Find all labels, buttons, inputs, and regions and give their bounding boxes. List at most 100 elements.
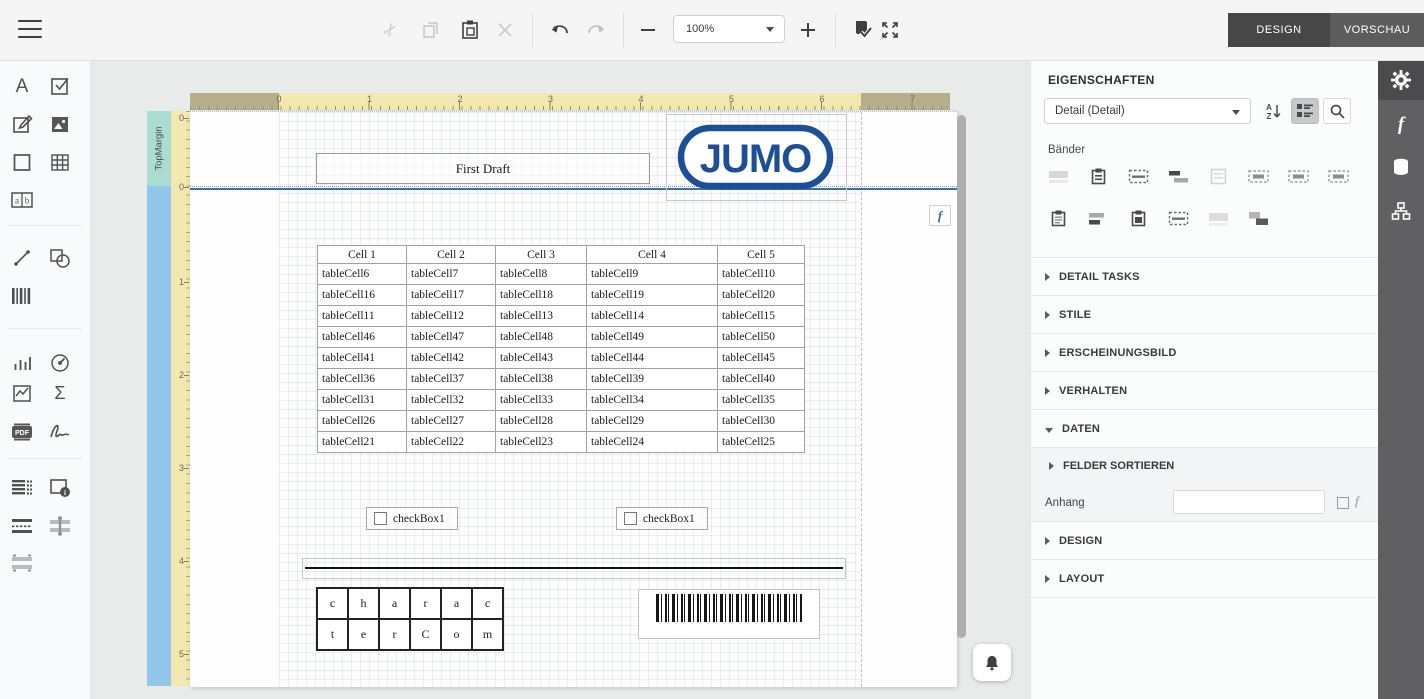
table-cell[interactable]: tableCell46 bbox=[317, 326, 407, 348]
report-tree-panel-button[interactable] bbox=[1378, 194, 1424, 228]
page-info-component-button[interactable]: i bbox=[47, 475, 73, 501]
table-cell[interactable]: tableCell37 bbox=[406, 368, 496, 390]
table-component-button[interactable] bbox=[47, 149, 73, 175]
section-felder-sortieren[interactable]: FELDER SORTIEREN bbox=[1031, 448, 1379, 484]
rich-text-component-button[interactable] bbox=[9, 111, 35, 137]
band-type-dashed-dark-icon[interactable] bbox=[1168, 210, 1189, 227]
band-type-dashed-wide-icon[interactable] bbox=[1288, 168, 1309, 185]
table-cell[interactable]: tableCell19 bbox=[586, 284, 718, 306]
anhang-checkbox[interactable] bbox=[1337, 497, 1349, 509]
zoom-in-button[interactable] bbox=[795, 17, 821, 43]
properties-panel-button[interactable] bbox=[1378, 63, 1424, 97]
table-cell[interactable]: tableCell12 bbox=[406, 305, 496, 327]
table-header-cell[interactable]: Cell 5 bbox=[717, 245, 805, 264]
table-cell[interactable]: tableCell32 bbox=[406, 389, 496, 411]
table-cell[interactable]: tableCell13 bbox=[495, 305, 587, 327]
shape-component-button[interactable] bbox=[47, 245, 73, 271]
panel-component-button[interactable] bbox=[9, 149, 35, 175]
section-layout[interactable]: LAYOUT bbox=[1031, 559, 1379, 597]
table-cell[interactable]: tableCell22 bbox=[406, 431, 496, 453]
band-type-clipboard-outline-icon[interactable] bbox=[1048, 210, 1069, 227]
table-cell[interactable]: tableCell8 bbox=[495, 263, 587, 285]
table-cell[interactable]: tableCell31 bbox=[317, 389, 407, 411]
report-table[interactable]: Cell 1Cell 2Cell 3Cell 4Cell 5tableCell6… bbox=[318, 246, 805, 453]
band-expression-button[interactable]: f bbox=[929, 205, 951, 226]
comb-cell[interactable]: m bbox=[471, 618, 504, 651]
data-panel-button[interactable] bbox=[1378, 150, 1424, 184]
anhang-expression-button[interactable]: f bbox=[1355, 493, 1359, 509]
table-cell[interactable]: tableCell6 bbox=[317, 263, 407, 285]
notifications-button[interactable] bbox=[973, 644, 1011, 681]
band-type-dashed-dark-icon[interactable] bbox=[1128, 168, 1149, 185]
line-component-button[interactable] bbox=[9, 245, 35, 271]
band-type-overlap-icon[interactable] bbox=[1248, 210, 1269, 227]
comb-cell[interactable]: c bbox=[471, 587, 504, 620]
checkbox-element-left[interactable]: checkBox1 bbox=[366, 507, 458, 530]
report-page[interactable]: First Draft JUMO f Cell 1Cell 2Cell 3Cel… bbox=[190, 111, 957, 687]
vorschau-tab[interactable]: VORSCHAU bbox=[1330, 13, 1424, 47]
copy-button[interactable] bbox=[418, 17, 444, 43]
report-title-textbox[interactable]: First Draft bbox=[316, 153, 650, 184]
comb-cell[interactable]: t bbox=[316, 618, 349, 651]
table-cell[interactable]: tableCell17 bbox=[406, 284, 496, 306]
cross-band-button[interactable] bbox=[47, 513, 73, 539]
component-selector-dropdown[interactable]: Detail (Detail) bbox=[1044, 98, 1251, 124]
zoom-out-button[interactable] bbox=[635, 17, 661, 43]
band-type-clipboard-dark-icon[interactable] bbox=[1088, 168, 1109, 185]
table-cell[interactable]: tableCell47 bbox=[406, 326, 496, 348]
table-cell[interactable]: tableCell38 bbox=[495, 368, 587, 390]
section-erscheinungsbild[interactable]: ERSCHEINUNGSBILD bbox=[1031, 333, 1379, 371]
text-component-button[interactable]: A bbox=[9, 73, 35, 99]
band-tool-button[interactable] bbox=[9, 550, 35, 576]
table-cell[interactable]: tableCell50 bbox=[717, 326, 805, 348]
table-cell[interactable]: tableCell21 bbox=[317, 431, 407, 453]
table-cell[interactable]: tableCell41 bbox=[317, 347, 407, 369]
zoom-select[interactable]: 100% bbox=[673, 15, 785, 43]
comb-cell[interactable]: r bbox=[409, 587, 442, 620]
table-cell[interactable]: tableCell48 bbox=[495, 326, 587, 348]
table-cell[interactable]: tableCell25 bbox=[717, 431, 805, 453]
comb-cell[interactable]: C bbox=[409, 618, 442, 651]
comb-cell[interactable]: e bbox=[347, 618, 380, 651]
horizontal-line-element[interactable] bbox=[302, 558, 846, 579]
comb-cell[interactable]: a bbox=[440, 587, 473, 620]
table-cell[interactable]: tableCell10 bbox=[717, 263, 805, 285]
table-cell[interactable]: tableCell18 bbox=[495, 284, 587, 306]
table-cell[interactable]: tableCell45 bbox=[717, 347, 805, 369]
comb-cell[interactable]: a bbox=[378, 587, 411, 620]
check-report-button[interactable] bbox=[849, 17, 875, 43]
functions-panel-button[interactable]: f bbox=[1378, 108, 1424, 142]
table-cell[interactable]: tableCell29 bbox=[586, 410, 718, 432]
character-comb-element[interactable]: characterCom bbox=[318, 589, 504, 651]
table-cell[interactable]: tableCell16 bbox=[317, 284, 407, 306]
table-cell[interactable]: tableCell34 bbox=[586, 389, 718, 411]
subreport-component-button[interactable] bbox=[9, 475, 35, 501]
table-cell[interactable]: tableCell26 bbox=[317, 410, 407, 432]
table-header-cell[interactable]: Cell 2 bbox=[406, 245, 496, 264]
section-design[interactable]: DESIGN bbox=[1031, 521, 1379, 559]
undo-button[interactable] bbox=[547, 17, 573, 43]
barcode-component-button[interactable] bbox=[9, 283, 35, 309]
hamburger-menu-icon[interactable] bbox=[18, 20, 42, 38]
table-cell[interactable]: tableCell40 bbox=[717, 368, 805, 390]
barcode-element[interactable] bbox=[638, 589, 820, 639]
table-cell[interactable]: tableCell42 bbox=[406, 347, 496, 369]
table-header-cell[interactable]: Cell 1 bbox=[317, 245, 407, 264]
comb-cell[interactable]: o bbox=[440, 618, 473, 651]
table-cell[interactable]: tableCell39 bbox=[586, 368, 718, 390]
band-type-clipboard-fill-icon[interactable] bbox=[1128, 210, 1149, 227]
pdf-component-button[interactable]: PDF bbox=[9, 419, 35, 445]
table-cell[interactable]: tableCell15 bbox=[717, 305, 805, 327]
table-cell[interactable]: tableCell44 bbox=[586, 347, 718, 369]
table-cell[interactable]: tableCell49 bbox=[586, 326, 718, 348]
search-properties-button[interactable] bbox=[1323, 98, 1351, 124]
comb-cell[interactable]: r bbox=[378, 618, 411, 651]
band-type-dashed-wide-icon[interactable] bbox=[1248, 168, 1269, 185]
text-in-cells-component-button[interactable]: ab bbox=[9, 187, 35, 213]
signature-component-button[interactable] bbox=[47, 419, 73, 445]
logo-image-element[interactable]: JUMO bbox=[666, 114, 847, 201]
band-type-outline-light-icon[interactable] bbox=[1208, 168, 1229, 185]
table-cell[interactable]: tableCell43 bbox=[495, 347, 587, 369]
checkbox-element-right[interactable]: checkBox1 bbox=[616, 507, 708, 530]
table-cell[interactable]: tableCell35 bbox=[717, 389, 805, 411]
